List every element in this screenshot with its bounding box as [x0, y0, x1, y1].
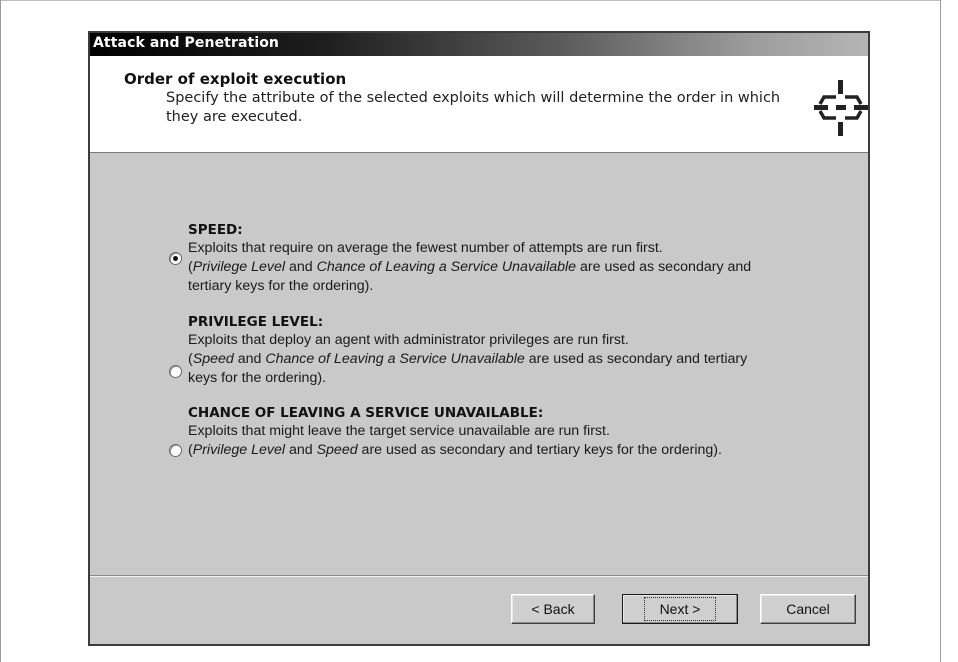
cancel-button[interactable]: Cancel — [760, 594, 856, 624]
option-desc-line2: (Privilege Level and Chance of Leaving a… — [188, 259, 752, 275]
option-desc-line3: tertiary keys for the ordering). — [188, 278, 374, 294]
cancel-button-label: Cancel — [786, 601, 830, 617]
back-button-label: < Back — [531, 601, 575, 617]
option-label: CHANCE OF LEAVING A SERVICE UNAVAILABLE: — [188, 405, 544, 421]
radio-privilege-level[interactable] — [169, 365, 182, 378]
footer-divider-highlight — [90, 576, 868, 577]
crosshair-target-icon — [814, 80, 868, 136]
page-title: Order of exploit execution — [124, 70, 347, 88]
next-button-label: Next > — [643, 597, 717, 621]
option-desc-line1: Exploits that deploy an agent with admin… — [188, 332, 629, 348]
option-desc-line2: (Privilege Level and Speed are used as s… — [188, 442, 722, 458]
option-description: Exploits that require on average the few… — [188, 239, 860, 296]
page-border-left — [0, 0, 1, 662]
option-description: Exploits that deploy an agent with admin… — [188, 331, 860, 388]
title-bar[interactable]: Attack and Penetration — [90, 33, 868, 56]
back-button[interactable]: < Back — [511, 594, 595, 624]
option-desc-line1: Exploits that require on average the few… — [188, 240, 663, 256]
next-button[interactable]: Next > — [622, 594, 738, 624]
wizard-header: Order of exploit execution Specify the a… — [90, 56, 868, 153]
radio-chance-unavailable[interactable] — [169, 444, 182, 457]
option-desc-line1: Exploits that might leave the target ser… — [188, 423, 610, 439]
option-desc-line2: (Speed and Chance of Leaving a Service U… — [188, 351, 748, 367]
wizard-dialog: Attack and Penetration Order of exploit … — [88, 31, 870, 646]
option-description: Exploits that might leave the target ser… — [188, 422, 860, 460]
radio-speed[interactable] — [169, 252, 182, 265]
page-subtitle: Specify the attribute of the selected ex… — [166, 90, 781, 125]
option-label: PRIVILEGE LEVEL: — [188, 314, 324, 330]
window-title: Attack and Penetration — [93, 35, 279, 51]
option-desc-line3: keys for the ordering). — [188, 370, 326, 386]
page-border-right — [940, 0, 941, 662]
option-label: SPEED: — [188, 222, 243, 238]
page-border-top — [0, 0, 940, 1]
